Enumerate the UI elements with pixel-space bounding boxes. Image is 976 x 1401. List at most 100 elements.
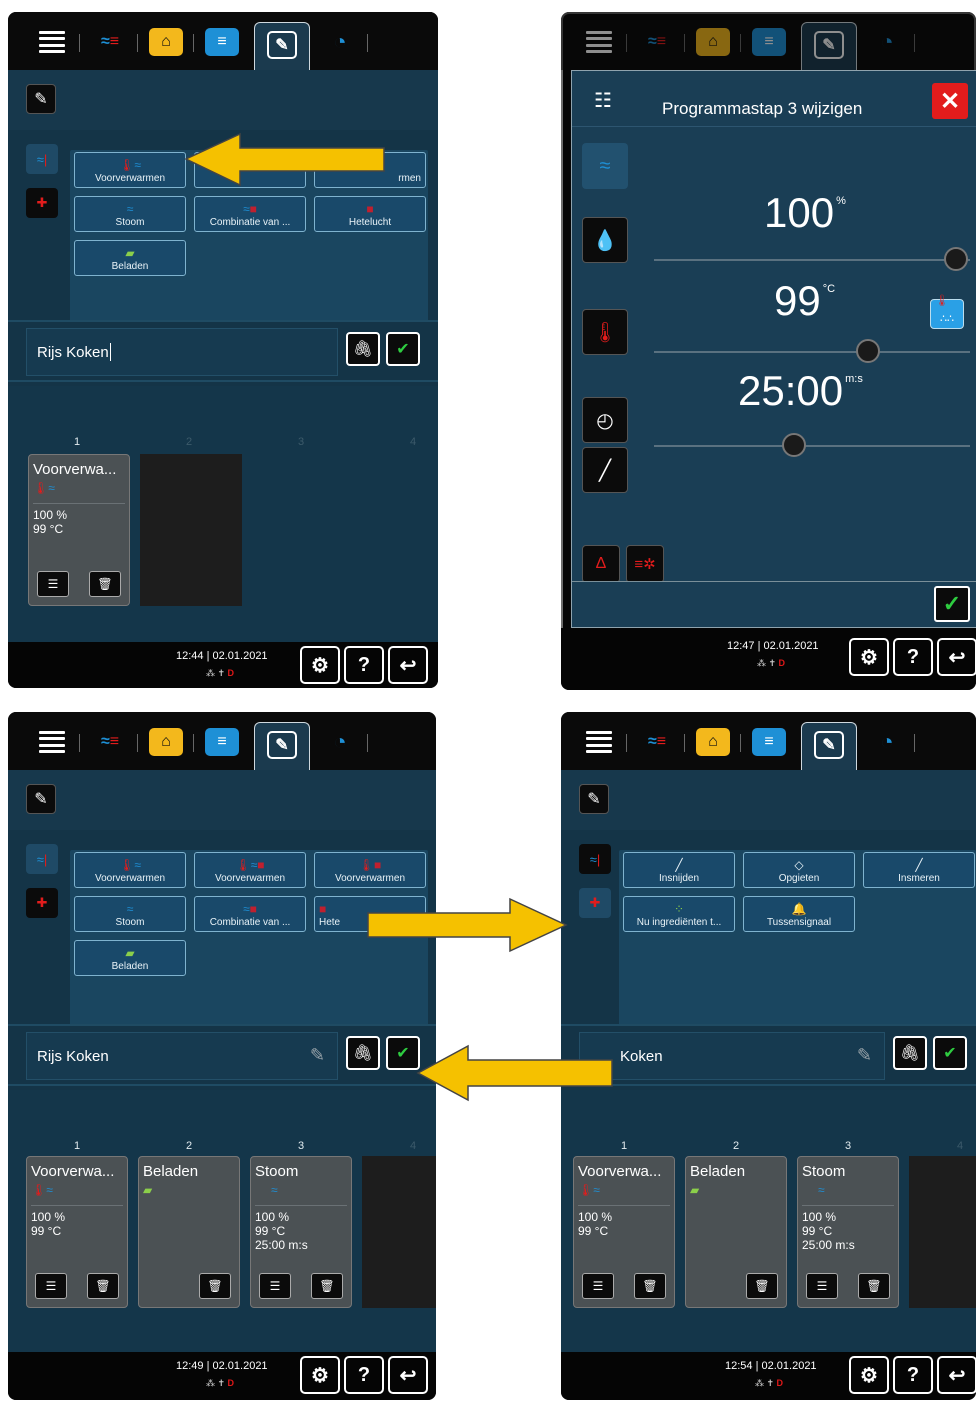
step-card-2[interactable]: Beladen ▰ 🗑 — [138, 1156, 240, 1308]
step-settings-button[interactable]: ☰ — [806, 1273, 838, 1299]
step-card-1[interactable]: Voorverwa... 🌡≈ 100 % 99 °C ☰ 🗑 — [573, 1156, 675, 1308]
temperature-slider-knob[interactable] — [856, 339, 880, 363]
back-button[interactable]: ↩ — [937, 1356, 976, 1394]
tab-icare[interactable]: ◔ — [320, 24, 368, 60]
menu-tab[interactable] — [579, 724, 627, 760]
empty-step-slot[interactable] — [909, 1156, 976, 1308]
tab-icooking[interactable]: ≡ — [202, 24, 242, 60]
save-program-button[interactable]: ✔ — [386, 1036, 420, 1070]
cooking-category-button[interactable]: ≈| — [26, 144, 58, 174]
empty-step-slot[interactable] — [362, 1156, 436, 1308]
step-button-combinatie[interactable]: ≈■ Combinatie van ... — [194, 896, 306, 932]
humidity-slider-knob[interactable] — [944, 247, 968, 271]
step-button-hetelucht[interactable]: ■ Hetelucht — [314, 196, 426, 232]
step-card-3[interactable]: Stoom ≈ 100 % 99 °C 25:00 m:s ☰ 🗑 — [250, 1156, 352, 1308]
tab-cooking-modes[interactable]: ≈ ≡ — [637, 724, 685, 760]
step-button-2[interactable] — [194, 152, 306, 188]
empty-step-slot[interactable] — [140, 454, 242, 606]
time-slider[interactable] — [654, 445, 970, 447]
cooking-category-button[interactable]: ≈| — [579, 844, 611, 874]
tab-icooking[interactable]: ≡ — [749, 724, 789, 760]
settings-sliders-button[interactable]: ☷ — [580, 77, 626, 123]
help-button[interactable]: ? — [893, 638, 933, 676]
tab-icare[interactable]: ◔ — [320, 724, 368, 760]
settings-button[interactable]: ⚙ — [300, 1356, 340, 1394]
step-button-voorverwarmen[interactable]: 🌡≈ Voorverwarmen — [74, 152, 186, 188]
extra-button-insmeren[interactable]: ╱ Insmeren — [863, 852, 975, 888]
edit-program-icon[interactable]: ✎ — [579, 784, 609, 814]
menu-tab[interactable] — [32, 24, 80, 60]
step-card-1[interactable]: Voorverwa... 🌡≈ 100 % 99 °C ☰ 🗑 — [26, 1156, 128, 1308]
cooking-category-button[interactable]: ≈| — [26, 844, 58, 874]
extra-button-tussensignaal[interactable]: 🔔 Tussensignaal — [743, 896, 855, 932]
program-name-field[interactable]: Rijs Koken — [26, 328, 338, 376]
step-settings-button[interactable]: ☰ — [582, 1273, 614, 1299]
step-button-voorverwarmen-hot-air[interactable]: 🌡■ Voorverwarmen — [314, 852, 426, 888]
tab-ipc[interactable]: ⌂ — [146, 24, 194, 60]
delta-t-button[interactable]: Δ — [582, 545, 620, 583]
step-card-3[interactable]: Stoom ≈ 100 % 99 °C 25:00 m:s ☰ 🗑 — [797, 1156, 899, 1308]
extras-category-button[interactable]: ✚ — [26, 888, 58, 918]
tab-cooking-modes[interactable]: ≈ ≡ — [90, 24, 138, 60]
extra-button-insnijden[interactable]: ╱ Insnijden — [623, 852, 735, 888]
help-button[interactable]: ? — [893, 1356, 933, 1394]
program-name-field[interactable]: Rijs Koken ✎ — [26, 1032, 338, 1080]
attach-button[interactable]: 🖇 — [346, 1036, 380, 1070]
menu-tab[interactable] — [32, 724, 80, 760]
step-button-3[interactable]: rmen — [314, 152, 426, 188]
step-button-stoom[interactable]: ≈ Stoom — [74, 896, 186, 932]
extras-category-button[interactable]: ✚ — [26, 188, 58, 218]
step-button-voorverwarmen-combi[interactable]: 🌡≈■ Voorverwarmen — [194, 852, 306, 888]
tab-programming[interactable]: ✎ — [801, 22, 857, 74]
step-delete-button[interactable]: 🗑 — [634, 1273, 666, 1299]
step-button-beladen[interactable]: ▰ Beladen — [74, 940, 186, 976]
step-delete-button[interactable]: 🗑 — [199, 1273, 231, 1299]
edit-program-icon[interactable]: ✎ — [26, 84, 56, 114]
extra-button-ingredienten[interactable]: ⁘ Nu ingrediënten t... — [623, 896, 735, 932]
tab-icare[interactable]: ◔ — [867, 724, 915, 760]
tab-cooking-modes[interactable]: ≈ ≡ — [637, 24, 685, 60]
step-button-combinatie[interactable]: ≈■ Combinatie van ... — [194, 196, 306, 232]
attach-button[interactable]: 🖇 — [893, 1036, 927, 1070]
save-program-button[interactable]: ✔ — [933, 1036, 967, 1070]
time-slider-knob[interactable] — [782, 433, 806, 457]
program-name-field[interactable]: Koken ✎ — [579, 1032, 885, 1080]
steam-mode-button[interactable]: ≈ — [582, 143, 628, 189]
tab-icooking[interactable]: ≡ — [749, 24, 789, 60]
humidity-button[interactable]: 💧 — [582, 217, 628, 263]
step-delete-button[interactable]: 🗑 — [858, 1273, 890, 1299]
humidity-slider[interactable] — [654, 259, 970, 261]
tab-ipc[interactable]: ⌂ — [693, 724, 741, 760]
extras-category-button[interactable]: ✚ — [579, 888, 611, 918]
settings-button[interactable]: ⚙ — [849, 638, 889, 676]
confirm-button[interactable]: ✓ — [934, 586, 970, 622]
step-delete-button[interactable]: 🗑 — [746, 1273, 778, 1299]
step-settings-button[interactable]: ☰ — [37, 571, 69, 597]
settings-button[interactable]: ⚙ — [300, 646, 340, 684]
step-button-voorverwarmen[interactable]: 🌡≈ Voorverwarmen — [74, 852, 186, 888]
tab-cooking-modes[interactable]: ≈ ≡ — [90, 724, 138, 760]
step-settings-button[interactable]: ☰ — [35, 1273, 67, 1299]
tab-icare[interactable]: ◔ — [867, 24, 915, 60]
step-button-beladen[interactable]: ▰ Beladen — [74, 240, 186, 276]
menu-tab[interactable] — [579, 24, 627, 60]
timer-button[interactable]: ◴ — [582, 397, 628, 443]
tab-programming[interactable]: ✎ — [254, 722, 310, 774]
step-delete-button[interactable]: 🗑 — [311, 1273, 343, 1299]
step-card-1[interactable]: Voorverwa... 🌡≈ 100 % 99 °C ☰ 🗑 — [28, 454, 130, 606]
back-button[interactable]: ↩ — [388, 646, 428, 684]
step-delete-button[interactable]: 🗑 — [87, 1273, 119, 1299]
tab-programming[interactable]: ✎ — [801, 722, 857, 774]
fan-speed-button[interactable]: ≡✲ — [626, 545, 664, 583]
edit-program-icon[interactable]: ✎ — [26, 784, 56, 814]
attach-button[interactable]: 🖇 — [346, 332, 380, 366]
help-button[interactable]: ? — [344, 1356, 384, 1394]
settings-button[interactable]: ⚙ — [849, 1356, 889, 1394]
step-card-2[interactable]: Beladen ▰ 🗑 — [685, 1156, 787, 1308]
close-button[interactable]: ✕ — [932, 83, 968, 119]
temperature-slider[interactable] — [654, 351, 970, 353]
core-probe-button[interactable]: ╱ — [582, 447, 628, 493]
step-button-stoom[interactable]: ≈ Stoom — [74, 196, 186, 232]
save-program-button[interactable]: ✔ — [386, 332, 420, 366]
back-button[interactable]: ↩ — [937, 638, 976, 676]
